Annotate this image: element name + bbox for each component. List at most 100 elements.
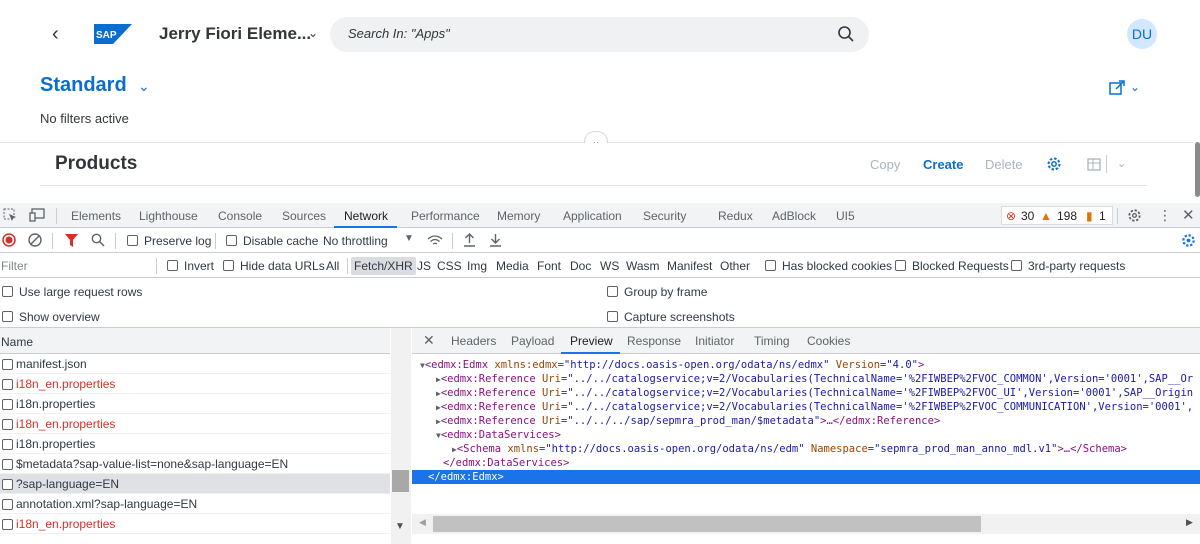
xml-node-reference[interactable]: ▶<edmx:Reference Uri="../../../sap/sepmr…	[436, 414, 940, 428]
share-icon[interactable]	[1109, 80, 1125, 96]
clear-icon[interactable]	[28, 233, 42, 247]
filter-type-doc[interactable]: Doc	[570, 259, 591, 273]
tab-headers[interactable]: Headers	[451, 334, 496, 348]
tab-adblock[interactable]: AdBlock	[772, 209, 816, 223]
group-by-frame-checkbox[interactable]	[607, 286, 618, 297]
tab-elements[interactable]: Elements	[71, 209, 121, 223]
tab-lighthouse[interactable]: Lighthouse	[139, 209, 198, 223]
network-settings-gear-icon[interactable]	[1181, 233, 1196, 248]
more-options-icon[interactable]: ⋮	[1158, 207, 1172, 224]
device-toolbar-icon[interactable]	[29, 208, 45, 222]
request-row-checkbox[interactable]	[2, 359, 13, 370]
filter-type-fetch-xhr[interactable]: Fetch/XHR	[351, 257, 416, 275]
user-avatar[interactable]: DU	[1127, 19, 1157, 49]
xml-node-reference[interactable]: ▶<edmx:Reference Uri="../../catalogservi…	[436, 400, 1193, 414]
tab-memory[interactable]: Memory	[497, 209, 540, 223]
tab-response[interactable]: Response	[627, 334, 681, 348]
request-row[interactable]: $metadata?sap-value-list=none&sap-langua…	[0, 454, 390, 474]
large-rows-checkbox[interactable]	[2, 286, 13, 297]
xml-node-reference[interactable]: ▶<edmx:Reference Uri="../../catalogservi…	[436, 372, 1193, 386]
xml-node-dataservices[interactable]: ▼<edmx:DataServices>	[436, 428, 561, 442]
variant-management[interactable]: Standard	[40, 74, 127, 97]
request-row-checkbox[interactable]	[2, 399, 13, 410]
filter-type-other[interactable]: Other	[720, 259, 750, 273]
request-row[interactable]: i18n.properties	[0, 394, 390, 414]
filter-type-js[interactable]: JS	[417, 259, 431, 273]
tab-ui5[interactable]: UI5	[836, 209, 855, 223]
capture-screenshots-checkbox[interactable]	[607, 311, 618, 322]
export-har-icon[interactable]	[489, 233, 502, 247]
issues-counter[interactable]: ⊗ 30 ▲ 198 ▮ 1	[1001, 206, 1113, 225]
hide-data-urls-checkbox[interactable]	[223, 260, 234, 271]
delete-button[interactable]: Delete	[985, 157, 1023, 172]
scroll-right-arrow-icon[interactable]: ▶	[1186, 517, 1193, 528]
chevron-down-icon[interactable]: ⌄	[138, 78, 150, 95]
dropdown-arrow-icon[interactable]: ▼	[404, 233, 414, 244]
record-stop-icon[interactable]	[2, 233, 16, 247]
tab-cookies[interactable]: Cookies	[807, 334, 850, 348]
tab-console[interactable]: Console	[218, 209, 262, 223]
tab-performance[interactable]: Performance	[411, 209, 480, 223]
filter-type-manifest[interactable]: Manifest	[667, 259, 712, 273]
tab-network[interactable]: Network	[344, 209, 388, 223]
throttling-select[interactable]: No throttling	[323, 234, 388, 248]
show-overview-checkbox[interactable]	[2, 311, 13, 322]
search-icon[interactable]	[837, 25, 855, 43]
filter-input[interactable]: Filter	[1, 259, 28, 273]
export-icon[interactable]	[1086, 156, 1102, 172]
inspect-element-icon[interactable]	[3, 208, 17, 222]
invert-checkbox[interactable]	[167, 260, 178, 271]
name-column-header[interactable]: Name	[1, 335, 33, 349]
request-row[interactable]: ?sap-language=EN	[0, 474, 390, 494]
request-row[interactable]: i18n_en.properties	[0, 514, 390, 534]
request-list-scroll-thumb[interactable]	[392, 470, 409, 492]
request-row-checkbox[interactable]	[2, 439, 13, 450]
filter-type-wasm[interactable]: Wasm	[626, 259, 660, 273]
shell-search-field[interactable]: Search In: "Apps"	[330, 17, 869, 52]
gear-icon[interactable]	[1046, 156, 1062, 172]
import-har-icon[interactable]	[463, 233, 476, 247]
sap-logo[interactable]: SAP	[94, 24, 132, 44]
close-devtools-icon[interactable]: ✕	[1182, 206, 1195, 224]
disable-cache-checkbox[interactable]	[226, 235, 237, 246]
chevron-down-icon[interactable]: ⌄	[308, 26, 318, 40]
network-conditions-icon[interactable]	[427, 234, 443, 247]
xml-node-reference[interactable]: ▶<edmx:Reference Uri="../../catalogservi…	[436, 386, 1193, 400]
page-scrollbar-thumb[interactable]	[1195, 142, 1200, 197]
request-row[interactable]: i18n_en.properties	[0, 374, 390, 394]
request-list-scrollbar[interactable]	[391, 328, 411, 544]
tab-redux[interactable]: Redux	[718, 209, 753, 223]
request-row[interactable]: i18n_en.properties	[0, 414, 390, 434]
blocked-cookies-checkbox[interactable]	[765, 260, 776, 271]
xml-node-edmx-close-selected[interactable]: </edmx:Edmx>	[412, 470, 1200, 484]
scroll-down-arrow-icon[interactable]: ▼	[395, 521, 405, 532]
request-row-checkbox[interactable]	[2, 499, 13, 510]
request-row-checkbox[interactable]	[2, 519, 13, 530]
request-row[interactable]: i18n.properties	[0, 434, 390, 454]
filter-type-css[interactable]: CSS	[437, 259, 462, 273]
request-row-checkbox[interactable]	[2, 419, 13, 430]
chevron-down-icon[interactable]: ⌄	[1117, 157, 1126, 170]
preview-horizontal-scroll-thumb[interactable]	[433, 516, 981, 532]
filter-type-img[interactable]: Img	[467, 259, 487, 273]
request-row[interactable]: manifest.json	[0, 354, 390, 374]
tab-timing[interactable]: Timing	[754, 334, 790, 348]
tab-preview[interactable]: Preview	[570, 334, 613, 348]
filter-type-media[interactable]: Media	[496, 259, 529, 273]
xml-node-dataservices-close[interactable]: </edmx:DataServices>	[443, 456, 569, 470]
xml-node-edmx[interactable]: ▼<edmx:Edmx xmlns:edmx="http://docs.oasi…	[420, 358, 924, 372]
filter-type-ws[interactable]: WS	[600, 259, 619, 273]
tab-application[interactable]: Application	[563, 209, 622, 223]
third-party-checkbox[interactable]	[1011, 260, 1022, 271]
blocked-requests-checkbox[interactable]	[895, 260, 906, 271]
request-row-checkbox[interactable]	[2, 479, 13, 490]
settings-gear-icon[interactable]	[1127, 208, 1142, 223]
tab-initiator[interactable]: Initiator	[695, 334, 734, 348]
tab-sources[interactable]: Sources	[282, 209, 326, 223]
request-row-checkbox[interactable]	[2, 379, 13, 390]
copy-button[interactable]: Copy	[870, 157, 900, 172]
filter-type-all[interactable]: All	[326, 259, 339, 273]
app-title[interactable]: Jerry Fiori Eleme...	[159, 24, 311, 44]
preserve-log-checkbox[interactable]	[127, 235, 138, 246]
filter-icon[interactable]	[65, 234, 78, 247]
